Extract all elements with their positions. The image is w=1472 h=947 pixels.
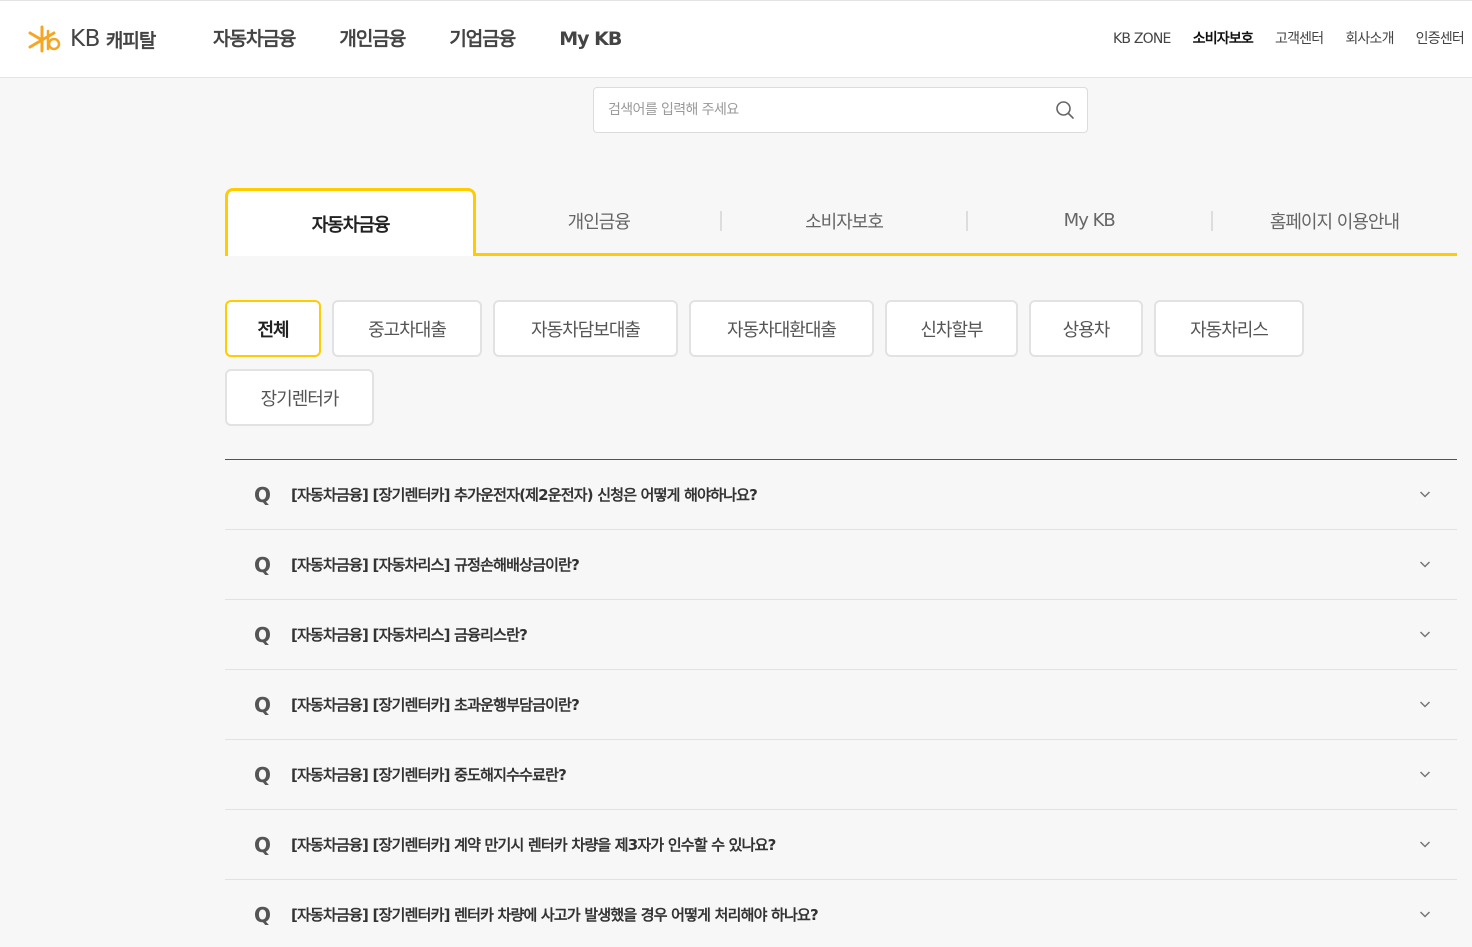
- utility-nav: KB ZONE 소비자보호 고객센터 회사소개 인증센터: [1091, 29, 1465, 49]
- tab-label: 자동차금융: [311, 214, 391, 236]
- util-consumer-protection[interactable]: 소비자보호: [1193, 29, 1254, 49]
- faq-item[interactable]: Q [자동차금융] [장기렌터카] 계약 만기시 렌터카 차량을 제3자가 인수…: [225, 810, 1457, 880]
- chevron-down-icon: [1419, 631, 1431, 638]
- logo-kb-text: KB: [70, 26, 100, 52]
- faq-question: [자동차금융] [장기렌터카] 계약 만기시 렌터카 차량을 제3자가 인수할 …: [291, 836, 776, 854]
- faq-question: [자동차금융] [장기렌터카] 초과운행부담금이란?: [291, 696, 580, 714]
- kb-star-logo-icon: [28, 25, 61, 53]
- question-mark-label: Q: [254, 482, 272, 507]
- question-mark-label: Q: [254, 622, 272, 647]
- gnb-personal-finance[interactable]: 개인금융: [339, 25, 406, 53]
- gnb-auto-finance[interactable]: 자동차금융: [213, 25, 296, 53]
- chip-commercial-vehicle[interactable]: 상용차: [1029, 300, 1143, 357]
- util-certificate-center[interactable]: 인증센터: [1416, 29, 1465, 49]
- tab-label: 홈페이지 이용안내: [1269, 211, 1400, 233]
- faq-question: [자동차금융] [장기렌터카] 렌터카 차량에 사고가 발생했을 경우 어떻게 …: [291, 906, 819, 924]
- faq-item[interactable]: Q [자동차금융] [자동차리스] 규정손해배상금이란?: [225, 530, 1457, 600]
- question-mark-label: Q: [254, 762, 272, 787]
- gnb-corporate-finance[interactable]: 기업금융: [449, 25, 516, 53]
- search-button[interactable]: [1043, 88, 1087, 132]
- faq-question: [자동차금융] [자동차리스] 규정손해배상금이란?: [291, 556, 580, 574]
- logo-name-text: 캐피탈: [105, 29, 156, 52]
- chip-car-refinance-loan[interactable]: 자동차대환대출: [689, 300, 874, 357]
- faq-list: Q [자동차금융] [장기렌터카] 추가운전자(제2운전자) 신청은 어떻게 해…: [225, 459, 1457, 947]
- tab-label: 개인금융: [567, 211, 631, 233]
- tab-homepage-guide[interactable]: 홈페이지 이용안내: [1210, 188, 1457, 253]
- question-mark-label: Q: [254, 832, 272, 857]
- question-mark-label: Q: [254, 552, 272, 577]
- chip-used-car-loan[interactable]: 중고차대출: [332, 300, 482, 357]
- tab-label: My KB: [1063, 210, 1116, 231]
- tab-auto-finance[interactable]: 자동차금융: [225, 188, 477, 256]
- util-company-intro[interactable]: 회사소개: [1345, 29, 1394, 49]
- chip-new-car-installment[interactable]: 신차할부: [885, 300, 1018, 357]
- gnb-my-kb[interactable]: My KB: [559, 25, 622, 53]
- tab-my-kb[interactable]: My KB: [965, 188, 1212, 253]
- faq-item[interactable]: Q [자동차금융] [장기렌터카] 초과운행부담금이란?: [225, 670, 1457, 740]
- tab-divider: [1210, 211, 1213, 231]
- faq-item[interactable]: Q [자동차금융] [장기렌터카] 중도해지수수료란?: [225, 740, 1457, 810]
- chevron-down-icon: [1419, 771, 1431, 778]
- chip-car-secured-loan[interactable]: 자동차담보대출: [493, 300, 678, 357]
- faq-item[interactable]: Q [자동차금융] [장기렌터카] 추가운전자(제2운전자) 신청은 어떻게 해…: [225, 460, 1457, 530]
- question-mark-label: Q: [254, 902, 272, 927]
- chevron-down-icon: [1419, 561, 1431, 568]
- search-input[interactable]: [594, 88, 1043, 132]
- search-box: [593, 87, 1088, 133]
- tab-consumer-protection[interactable]: 소비자보호: [720, 188, 966, 253]
- kb-capital-logo[interactable]: KB 캐피탈: [26, 23, 156, 55]
- faq-question: [자동차금융] [장기렌터카] 중도해지수수료란?: [291, 766, 567, 784]
- util-customer-center[interactable]: 고객센터: [1275, 29, 1324, 49]
- chip-auto-lease[interactable]: 자동차리스: [1154, 300, 1304, 357]
- chevron-down-icon: [1419, 841, 1431, 848]
- util-kb-zone[interactable]: KB ZONE: [1113, 29, 1171, 49]
- faq-item[interactable]: Q [자동차금융] [자동차리스] 금융리스란?: [225, 600, 1457, 670]
- faq-question: [자동차금융] [장기렌터카] 추가운전자(제2운전자) 신청은 어떻게 해야하…: [291, 486, 758, 504]
- chevron-down-icon: [1419, 911, 1431, 918]
- tab-divider: [720, 211, 723, 231]
- site-header: KB 캐피탈 자동차금융 개인금융 기업금융 My KB KB ZONE 소비자…: [0, 0, 1472, 78]
- chip-long-term-rental[interactable]: 장기렌터카: [225, 369, 374, 426]
- tab-personal-finance[interactable]: 개인금융: [476, 188, 721, 253]
- tab-label: 소비자보호: [805, 211, 884, 233]
- faq-item[interactable]: Q [자동차금융] [장기렌터카] 렌터카 차량에 사고가 발생했을 경우 어떻…: [225, 880, 1457, 947]
- chevron-down-icon: [1419, 491, 1431, 498]
- global-nav: 자동차금융 개인금융 기업금융 My KB: [213, 25, 665, 53]
- tab-divider: [965, 211, 968, 231]
- faq-question: [자동차금융] [자동차리스] 금융리스란?: [291, 626, 528, 644]
- question-mark-label: Q: [254, 692, 272, 717]
- chevron-down-icon: [1419, 701, 1431, 708]
- category-tabs: 자동차금융 개인금융 소비자보호 My KB 홈페이지 이용안내: [225, 188, 1457, 256]
- search-icon: [1056, 101, 1074, 119]
- chip-all[interactable]: 전체: [225, 300, 321, 357]
